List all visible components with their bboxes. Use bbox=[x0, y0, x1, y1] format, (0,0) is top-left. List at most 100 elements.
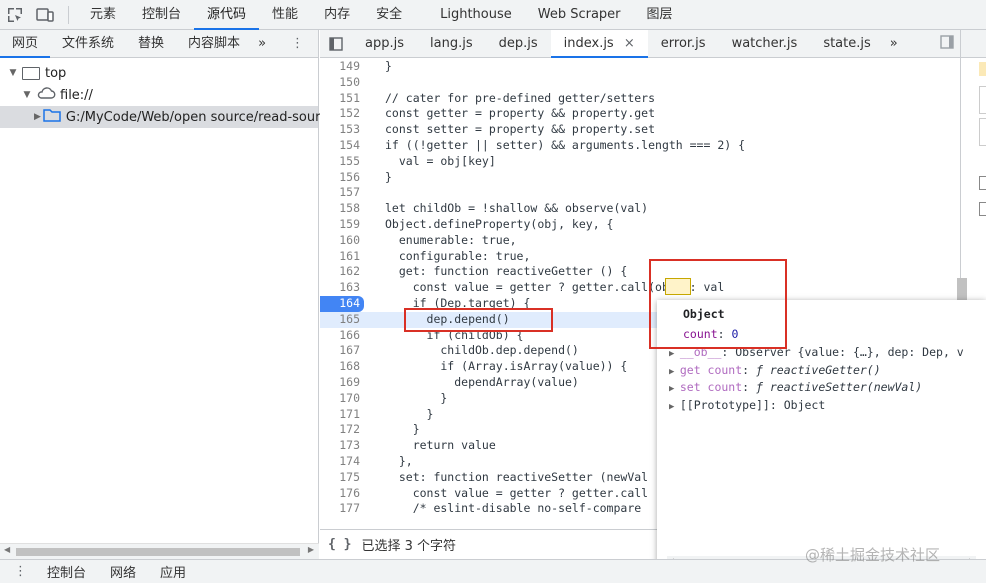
expand-arrow-icon[interactable]: ▶ bbox=[669, 349, 680, 359]
pretty-print-icon[interactable]: { } bbox=[328, 537, 351, 552]
checkbox[interactable] bbox=[979, 176, 986, 190]
tab-overrides[interactable]: 替换 bbox=[126, 30, 176, 58]
expanded-arrow-icon[interactable]: ▼ bbox=[6, 68, 20, 78]
more-tabs-button[interactable]: » bbox=[252, 30, 272, 58]
drawer-tab-application[interactable]: 应用 bbox=[148, 562, 198, 581]
tab-sources[interactable]: 源代码 bbox=[194, 0, 260, 30]
breakpoint-marker[interactable]: 164 bbox=[320, 295, 364, 312]
close-tab-icon[interactable]: × bbox=[624, 36, 635, 51]
drawer-tab-network[interactable]: 网络 bbox=[98, 562, 148, 581]
expand-arrow-icon[interactable]: ▶ bbox=[669, 367, 680, 377]
line-number[interactable]: 171 bbox=[320, 407, 364, 423]
line-number[interactable]: 167 bbox=[320, 343, 364, 359]
checkbox[interactable] bbox=[979, 202, 986, 216]
code-line[interactable]: 157 bbox=[320, 185, 960, 201]
line-number[interactable]: 153 bbox=[320, 122, 364, 138]
line-number[interactable]: 162 bbox=[320, 264, 364, 280]
code-line[interactable]: 151 // cater for pre-defined getter/sette… bbox=[320, 91, 960, 107]
tree-item-top[interactable]: ▼ top bbox=[0, 62, 318, 84]
scroll-right-icon[interactable]: ▶ bbox=[308, 545, 314, 554]
tab-console[interactable]: 控制台 bbox=[129, 0, 194, 30]
line-number[interactable]: 173 bbox=[320, 438, 364, 454]
line-text: get: function reactiveGetter () { bbox=[385, 264, 628, 279]
file-tab-watcher[interactable]: watcher.js bbox=[719, 30, 811, 58]
line-number[interactable]: 177 bbox=[320, 501, 364, 517]
line-number[interactable]: 175 bbox=[320, 470, 364, 486]
property-row[interactable]: ▶ get count: ƒ reactiveGetter() bbox=[669, 363, 881, 377]
code-line[interactable]: 155 val = obj[key] bbox=[320, 154, 960, 170]
code-line[interactable]: 163 const value = getter ? getter.call(o… bbox=[320, 280, 960, 296]
code-line[interactable]: 154 if ((!getter || setter) && arguments.… bbox=[320, 138, 960, 154]
code-line[interactable]: 158 let childOb = !shallow && observe(val… bbox=[320, 201, 960, 217]
property-row[interactable]: ▶ [[Prototype]]: Object bbox=[669, 398, 825, 412]
line-number[interactable]: 155 bbox=[320, 154, 364, 170]
line-number[interactable]: 169 bbox=[320, 375, 364, 391]
tab-security[interactable]: 安全 bbox=[363, 0, 415, 30]
tab-layers[interactable]: 图层 bbox=[634, 0, 686, 30]
code-line[interactable]: 162 get: function reactiveGetter () { bbox=[320, 264, 960, 280]
file-tab-error[interactable]: error.js bbox=[648, 30, 719, 58]
drawer-tab-console[interactable]: 控制台 bbox=[35, 562, 98, 581]
file-tab-index[interactable]: index.js × bbox=[550, 29, 648, 58]
line-number[interactable]: 170 bbox=[320, 391, 364, 407]
line-number[interactable]: 161 bbox=[320, 249, 364, 265]
file-tab-dep[interactable]: dep.js bbox=[486, 30, 551, 58]
tab-performance[interactable]: 性能 bbox=[259, 0, 311, 30]
tab-elements[interactable]: 元素 bbox=[77, 0, 129, 30]
line-number[interactable]: 150 bbox=[320, 75, 364, 91]
expanded-arrow-icon[interactable]: ▼ bbox=[20, 90, 34, 100]
code-line[interactable]: 149} bbox=[320, 59, 960, 75]
code-line[interactable]: 159 Object.defineProperty(obj, key, { bbox=[320, 217, 960, 233]
tab-content-scripts[interactable]: 内容脚本 bbox=[176, 30, 252, 58]
property-row[interactable]: ▶ set count: ƒ reactiveSetter(newVal) bbox=[669, 380, 922, 394]
code-line[interactable]: 153 const setter = property && property.s… bbox=[320, 122, 960, 138]
line-number[interactable]: 168 bbox=[320, 359, 364, 375]
file-tab-app[interactable]: app.js bbox=[352, 30, 417, 58]
expand-arrow-icon[interactable]: ▶ bbox=[669, 384, 680, 394]
device-toolbar-icon[interactable] bbox=[30, 0, 60, 30]
line-number[interactable]: 149 bbox=[320, 59, 364, 75]
vertical-scrollbar-thumb[interactable] bbox=[957, 278, 967, 300]
drawer-menu-icon[interactable]: ⋮ bbox=[0, 564, 35, 579]
line-number[interactable]: 157 bbox=[320, 185, 364, 201]
line-number[interactable]: 154 bbox=[320, 138, 364, 154]
code-line[interactable]: 161 configurable: true, bbox=[320, 249, 960, 265]
line-number[interactable]: 159 bbox=[320, 217, 364, 233]
line-number[interactable]: 156 bbox=[320, 170, 364, 186]
code-line[interactable]: 156} bbox=[320, 170, 960, 186]
expand-arrow-icon[interactable]: ▶ bbox=[669, 402, 680, 412]
line-text: } bbox=[385, 390, 448, 405]
file-tab-state[interactable]: state.js bbox=[810, 30, 883, 58]
collapsed-arrow-icon[interactable]: ▶ bbox=[34, 112, 41, 122]
inspect-element-icon[interactable] bbox=[0, 0, 30, 30]
toggle-navigator-icon[interactable] bbox=[320, 36, 352, 51]
line-number[interactable]: 174 bbox=[320, 454, 364, 470]
line-number[interactable]: 152 bbox=[320, 106, 364, 122]
code-line[interactable]: 160 enumerable: true, bbox=[320, 233, 960, 249]
tab-memory[interactable]: 内存 bbox=[311, 0, 363, 30]
tab-filesystem[interactable]: 文件系统 bbox=[50, 30, 126, 58]
line-number[interactable]: 151 bbox=[320, 91, 364, 107]
kebab-menu-icon[interactable]: ⋮ bbox=[291, 36, 304, 51]
tab-lighthouse[interactable]: Lighthouse bbox=[427, 0, 525, 30]
tab-page[interactable]: 网页 bbox=[0, 30, 51, 58]
tree-item-folder[interactable]: ▶ G:/MyCode/Web/open source/read-source bbox=[0, 106, 335, 128]
scrollbar-thumb[interactable] bbox=[16, 548, 300, 556]
navigator-horizontal-scrollbar[interactable]: ◀ ▶ bbox=[0, 543, 319, 559]
line-number[interactable]: 163 bbox=[320, 280, 364, 296]
line-number[interactable]: 172 bbox=[320, 422, 364, 438]
tree-item-origin[interactable]: ▼ file:// bbox=[0, 84, 318, 106]
line-number[interactable]: 176 bbox=[320, 486, 364, 502]
line-number[interactable]: 158 bbox=[320, 201, 364, 217]
code-line[interactable]: 150 bbox=[320, 75, 960, 91]
line-text: let childOb = !shallow && observe(val) bbox=[385, 201, 649, 216]
file-tab-lang[interactable]: lang.js bbox=[417, 30, 486, 58]
line-number[interactable]: 165 bbox=[320, 312, 364, 328]
scroll-left-icon[interactable]: ◀ bbox=[4, 545, 10, 554]
toggle-debugger-icon[interactable] bbox=[940, 34, 954, 53]
line-number[interactable]: 160 bbox=[320, 233, 364, 249]
more-files-button[interactable]: » bbox=[884, 30, 904, 58]
code-line[interactable]: 152 const getter = property && property.g… bbox=[320, 106, 960, 122]
line-number[interactable]: 166 bbox=[320, 328, 364, 344]
tab-web-scraper[interactable]: Web Scraper bbox=[525, 0, 634, 30]
